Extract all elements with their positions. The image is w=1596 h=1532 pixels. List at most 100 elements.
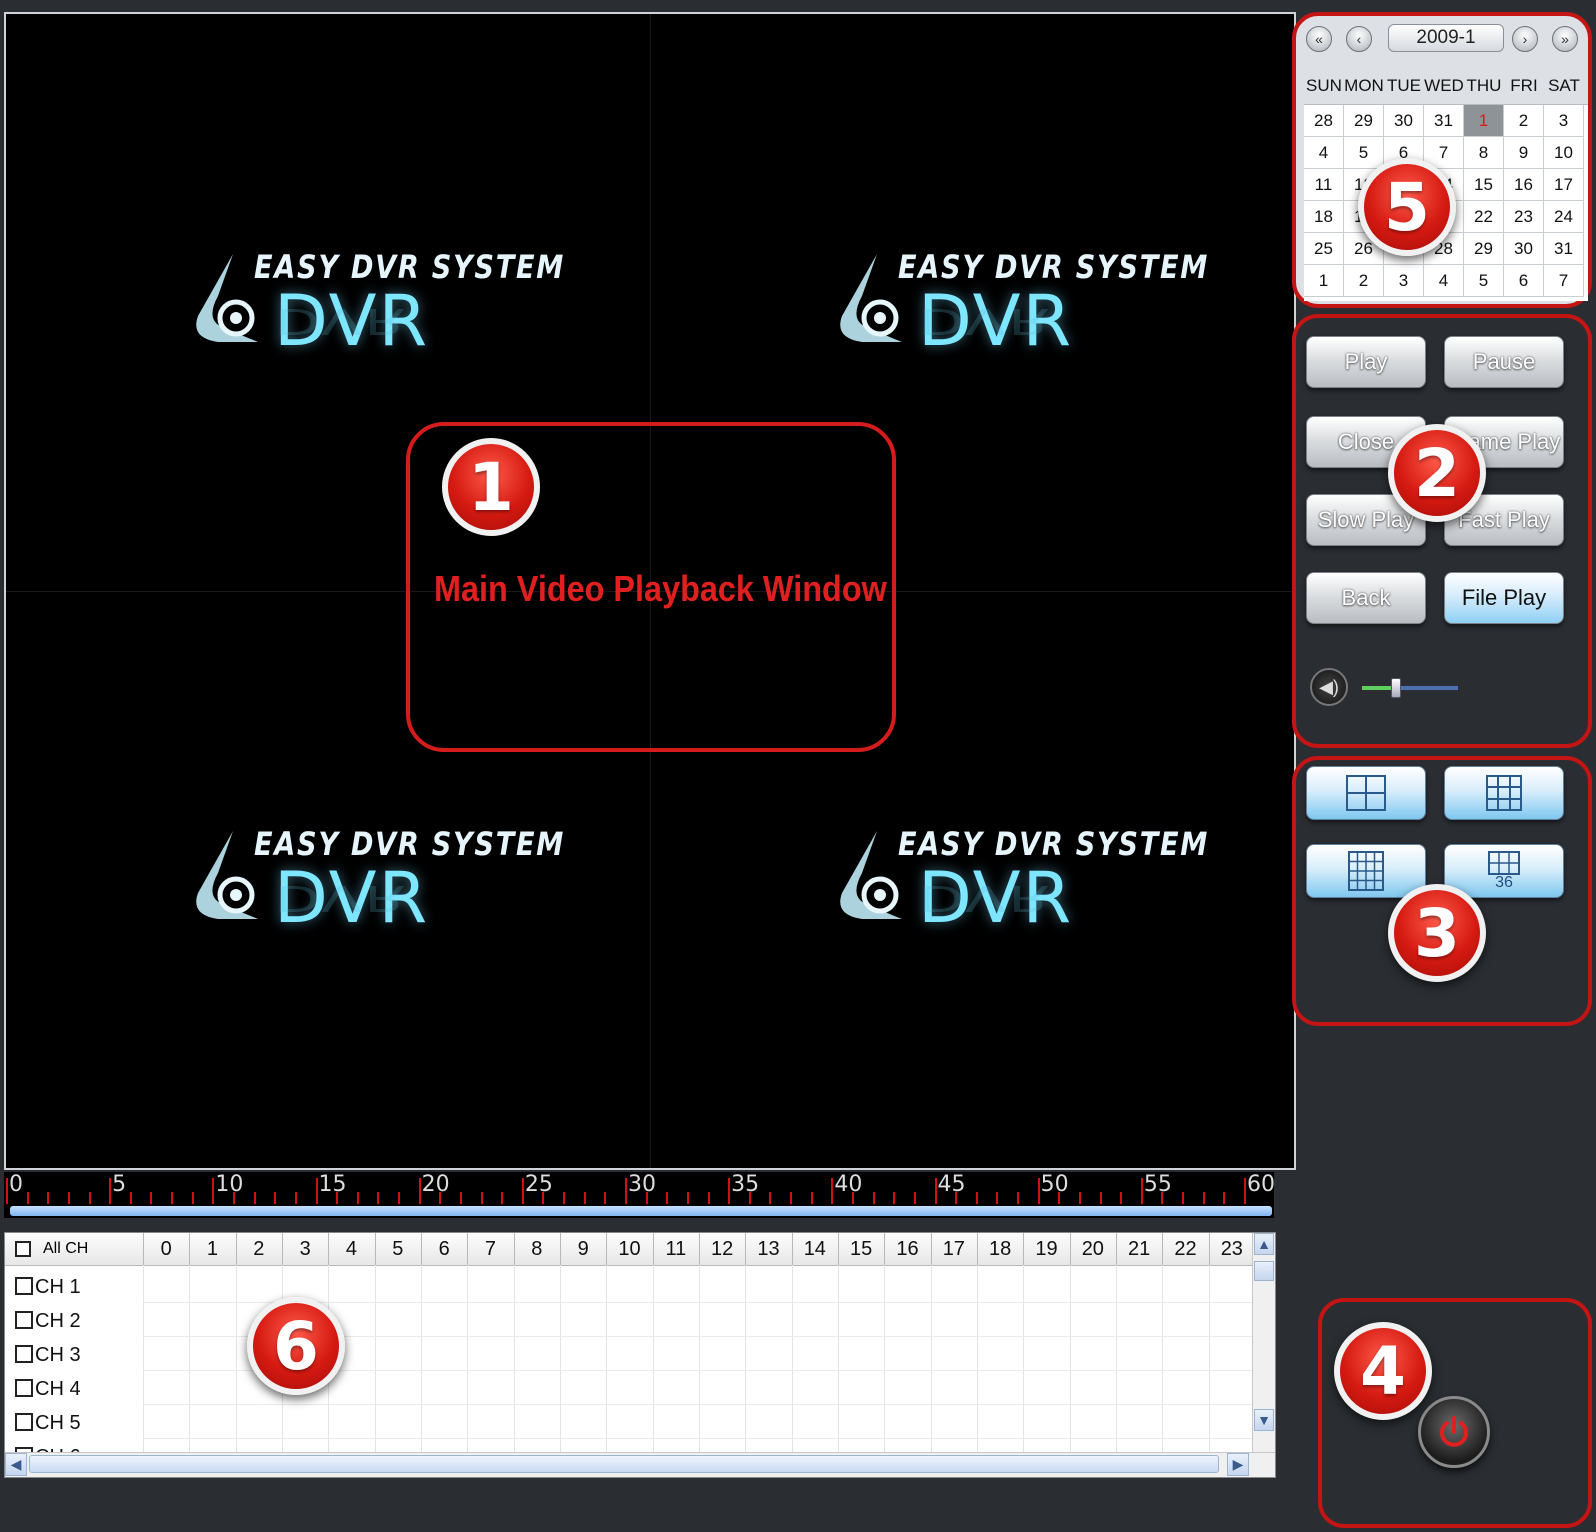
calendar-date-cell[interactable]: 2 xyxy=(1344,265,1384,297)
hour-column-header[interactable]: 18 xyxy=(977,1233,1025,1265)
calendar-date-cell[interactable]: 29 xyxy=(1344,105,1384,137)
timeline-tick xyxy=(253,1192,256,1204)
pause-button[interactable]: Pause xyxy=(1444,336,1564,388)
hour-column-header[interactable]: 7 xyxy=(467,1233,515,1265)
calendar-date-cell[interactable]: 31 xyxy=(1544,233,1584,265)
calendar-date-cell[interactable]: 30 xyxy=(1384,105,1424,137)
file-play-button[interactable]: File Play xyxy=(1444,572,1564,624)
calendar-date-cell[interactable]: 30 xyxy=(1504,233,1544,265)
channel-checkbox[interactable] xyxy=(15,1277,33,1295)
first-month-icon[interactable]: « xyxy=(1306,26,1332,52)
hour-column-header[interactable]: 17 xyxy=(931,1233,978,1265)
timeline-tick xyxy=(1244,1178,1246,1204)
channel-row[interactable]: CH 5 xyxy=(5,1405,1255,1439)
hour-column-header[interactable]: 19 xyxy=(1023,1233,1071,1265)
vertical-scroll-thumb[interactable] xyxy=(1254,1261,1274,1281)
hour-column-header[interactable]: 16 xyxy=(884,1233,932,1265)
horizontal-scroll-thumb[interactable] xyxy=(29,1455,1219,1473)
channel-row[interactable]: CH 4 xyxy=(5,1371,1255,1405)
hour-column-header[interactable]: 10 xyxy=(606,1233,654,1265)
channel-checkbox[interactable] xyxy=(15,1311,33,1329)
channel-row[interactable]: CH 2 xyxy=(5,1303,1255,1337)
scroll-right-button[interactable]: ▶ xyxy=(1227,1453,1249,1476)
hour-column-header[interactable]: 14 xyxy=(792,1233,839,1265)
next-month-icon[interactable]: › xyxy=(1512,26,1538,52)
calendar-date-cell[interactable]: 3 xyxy=(1544,105,1584,137)
calendar-date-cell[interactable]: 22 xyxy=(1464,201,1504,233)
hour-column-header[interactable]: 2 xyxy=(236,1233,283,1265)
calendar-date-cell[interactable]: 4 xyxy=(1424,265,1464,297)
channel-checkbox[interactable] xyxy=(15,1379,33,1397)
calendar-date-cell[interactable]: 25 xyxy=(1304,233,1344,265)
horizontal-scrollbar[interactable]: ◀ ▶ xyxy=(5,1452,1275,1477)
calendar-date-cell[interactable]: 6 xyxy=(1504,265,1544,297)
hour-column-header[interactable]: 15 xyxy=(838,1233,886,1265)
calendar-date-cell[interactable]: 11 xyxy=(1304,169,1344,201)
timeline-tick xyxy=(934,1178,937,1204)
channel-checkbox[interactable] xyxy=(15,1413,33,1431)
split-4-button[interactable] xyxy=(1306,766,1426,820)
prev-month-icon[interactable]: ‹ xyxy=(1346,26,1372,52)
calendar-date-cell[interactable]: 28 xyxy=(1304,105,1344,137)
calendar-date-cell[interactable]: 3 xyxy=(1384,265,1424,297)
power-button[interactable] xyxy=(1418,1396,1490,1468)
timeline-label: 50 xyxy=(1040,1172,1069,1197)
timeline-tick xyxy=(666,1192,669,1204)
all-channels-toggle[interactable]: All CH xyxy=(5,1233,144,1265)
timeline-tick xyxy=(707,1192,710,1204)
hour-column-header[interactable]: 5 xyxy=(375,1233,422,1265)
last-month-icon[interactable]: » xyxy=(1552,26,1578,52)
calendar-date-cell[interactable]: 10 xyxy=(1544,137,1584,169)
all-channels-checkbox[interactable] xyxy=(15,1241,31,1257)
hour-column-header[interactable]: 22 xyxy=(1162,1233,1210,1265)
calendar-date-cell[interactable]: 15 xyxy=(1464,169,1504,201)
hour-column-header[interactable]: 4 xyxy=(328,1233,376,1265)
hour-column-header[interactable]: 8 xyxy=(514,1233,561,1265)
main-video-playback-window[interactable]: EASY DVR SYSTEM DVR DVR EASY DVR SYSTEM DVR… xyxy=(4,12,1296,1170)
split-16-button[interactable] xyxy=(1306,844,1426,898)
hour-column-header[interactable]: 20 xyxy=(1070,1233,1117,1265)
hour-column-header[interactable]: 6 xyxy=(421,1233,469,1265)
calendar-date-cell[interactable]: 24 xyxy=(1544,201,1584,233)
volume-knob[interactable] xyxy=(1390,678,1401,698)
calendar-date-cell[interactable]: 16 xyxy=(1504,169,1544,201)
hour-column-header[interactable]: 9 xyxy=(560,1233,608,1265)
scroll-left-button[interactable]: ◀ xyxy=(5,1453,27,1476)
calendar-date-cell[interactable]: 23 xyxy=(1504,201,1544,233)
play-button[interactable]: Play xyxy=(1306,336,1426,388)
hour-column-header[interactable]: 21 xyxy=(1116,1233,1164,1265)
hour-column-header[interactable]: 12 xyxy=(699,1233,747,1265)
calendar-date-cell[interactable]: 5 xyxy=(1344,137,1384,169)
hour-column-header[interactable]: 23 xyxy=(1209,1233,1256,1265)
calendar-date-cell[interactable]: 1 xyxy=(1304,265,1344,297)
speaker-icon[interactable]: ◀) xyxy=(1310,668,1348,706)
calendar-date-cell[interactable]: 2 xyxy=(1504,105,1544,137)
channel-row[interactable]: CH 1 xyxy=(5,1269,1255,1303)
hour-column-header[interactable]: 13 xyxy=(745,1233,793,1265)
channel-label: CH 3 xyxy=(35,1344,81,1366)
time-position-bar[interactable] xyxy=(10,1206,1272,1216)
calendar-date-cell[interactable]: 17 xyxy=(1544,169,1584,201)
scroll-up-button[interactable]: ▲ xyxy=(1254,1233,1274,1255)
hour-column-header[interactable]: 1 xyxy=(189,1233,237,1265)
hour-column-header[interactable]: 0 xyxy=(143,1233,191,1265)
calendar-date-cell[interactable]: 31 xyxy=(1424,105,1464,137)
back-button[interactable]: Back xyxy=(1306,572,1426,624)
channel-checkbox[interactable] xyxy=(15,1345,33,1363)
calendar-date-cell[interactable]: 5 xyxy=(1464,265,1504,297)
hour-column-header[interactable]: 11 xyxy=(653,1233,700,1265)
hour-column-header[interactable]: 3 xyxy=(282,1233,330,1265)
scroll-down-button[interactable]: ▼ xyxy=(1254,1409,1274,1431)
calendar-date-cell[interactable]: 7 xyxy=(1544,265,1584,297)
time-ruler[interactable]: 0 5 10 15 20 25 30 35 40 45 50 55 60 xyxy=(4,1172,1275,1218)
calendar-date-cell[interactable]: 18 xyxy=(1304,201,1344,233)
vertical-scrollbar[interactable]: ▲ ▼ xyxy=(1252,1233,1275,1455)
calendar-date-cell[interactable]: 1 xyxy=(1464,105,1504,137)
calendar-date-cell[interactable]: 4 xyxy=(1304,137,1344,169)
channel-row[interactable]: CH 3 xyxy=(5,1337,1255,1371)
calendar-date-cell[interactable]: 29 xyxy=(1464,233,1504,265)
split-9-button[interactable] xyxy=(1444,766,1564,820)
volume-slider[interactable] xyxy=(1362,678,1458,698)
calendar-date-cell[interactable]: 8 xyxy=(1464,137,1504,169)
calendar-date-cell[interactable]: 9 xyxy=(1504,137,1544,169)
